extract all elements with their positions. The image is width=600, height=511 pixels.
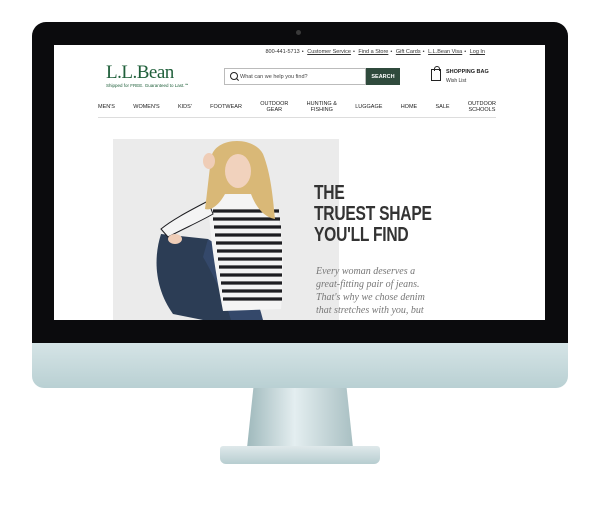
utility-bar: 800-441-5713 • Customer Service • Find a S… (265, 49, 485, 55)
nav-item-luggage[interactable]: LUGGAGE (355, 104, 382, 110)
llbean-visa-link[interactable]: L.L.Bean Visa (428, 49, 462, 55)
nav-item-hunting-fishing[interactable]: HUNTING & FISHING (307, 101, 337, 113)
find-a-store-link[interactable]: Find a Store (358, 49, 388, 55)
nav-item-footwear[interactable]: FOOTWEAR (210, 104, 242, 110)
gift-cards-link[interactable]: Gift Cards (396, 49, 421, 55)
hero-body-text: Every woman deserves a great-fitting pai… (316, 266, 425, 316)
phone-number: 800-441-5713 (265, 49, 300, 55)
nav-item-outdoor-gear[interactable]: OUTDOOR GEAR (260, 101, 288, 113)
search-box (224, 68, 366, 85)
nav-item-outdoor-schools[interactable]: OUTDOOR SCHOOLS (468, 101, 496, 113)
search-button[interactable]: SEARCH (366, 68, 400, 85)
main-nav: MEN'S WOMEN'S KIDS' FOOTWEAR OUTDOOR GEAR… (98, 97, 496, 118)
model-photo-illustration (113, 139, 339, 320)
nav-item-mens[interactable]: MEN'S (98, 104, 115, 110)
wish-list-link[interactable]: Wish List (446, 78, 466, 84)
monitor-stand (247, 388, 353, 448)
customer-service-link[interactable]: Customer Service (307, 49, 351, 55)
nav-item-kids[interactable]: KIDS' (178, 104, 192, 110)
nav-item-home[interactable]: HOME (401, 104, 418, 110)
webcam-icon (296, 30, 301, 35)
monitor-chin (32, 343, 568, 388)
search-icon (230, 72, 238, 80)
nav-item-sale[interactable]: SALE (436, 104, 450, 110)
logo-tagline: Shipped for FREE. Guaranteed to Last.℠ (106, 83, 190, 88)
monitor-stand-base (220, 446, 380, 464)
logo-wordmark: L.L.Bean (106, 62, 174, 83)
log-in-link[interactable]: Log In (470, 49, 485, 55)
shopping-bag-link[interactable]: SHOPPING BAG (446, 69, 489, 75)
search-input[interactable] (240, 70, 364, 83)
nav-item-womens[interactable]: WOMEN'S (133, 104, 159, 110)
site-logo[interactable]: L.L.Bean Shipped for FREE. Guaranteed to… (106, 63, 189, 89)
hero-image[interactable] (113, 139, 339, 320)
browser-viewport: 800-441-5713 • Customer Service • Find a S… (54, 45, 545, 320)
shopping-bag-icon[interactable] (431, 66, 441, 81)
hero-headline: THE TRUEST SHAPE YOU'LL FIND (314, 182, 432, 246)
